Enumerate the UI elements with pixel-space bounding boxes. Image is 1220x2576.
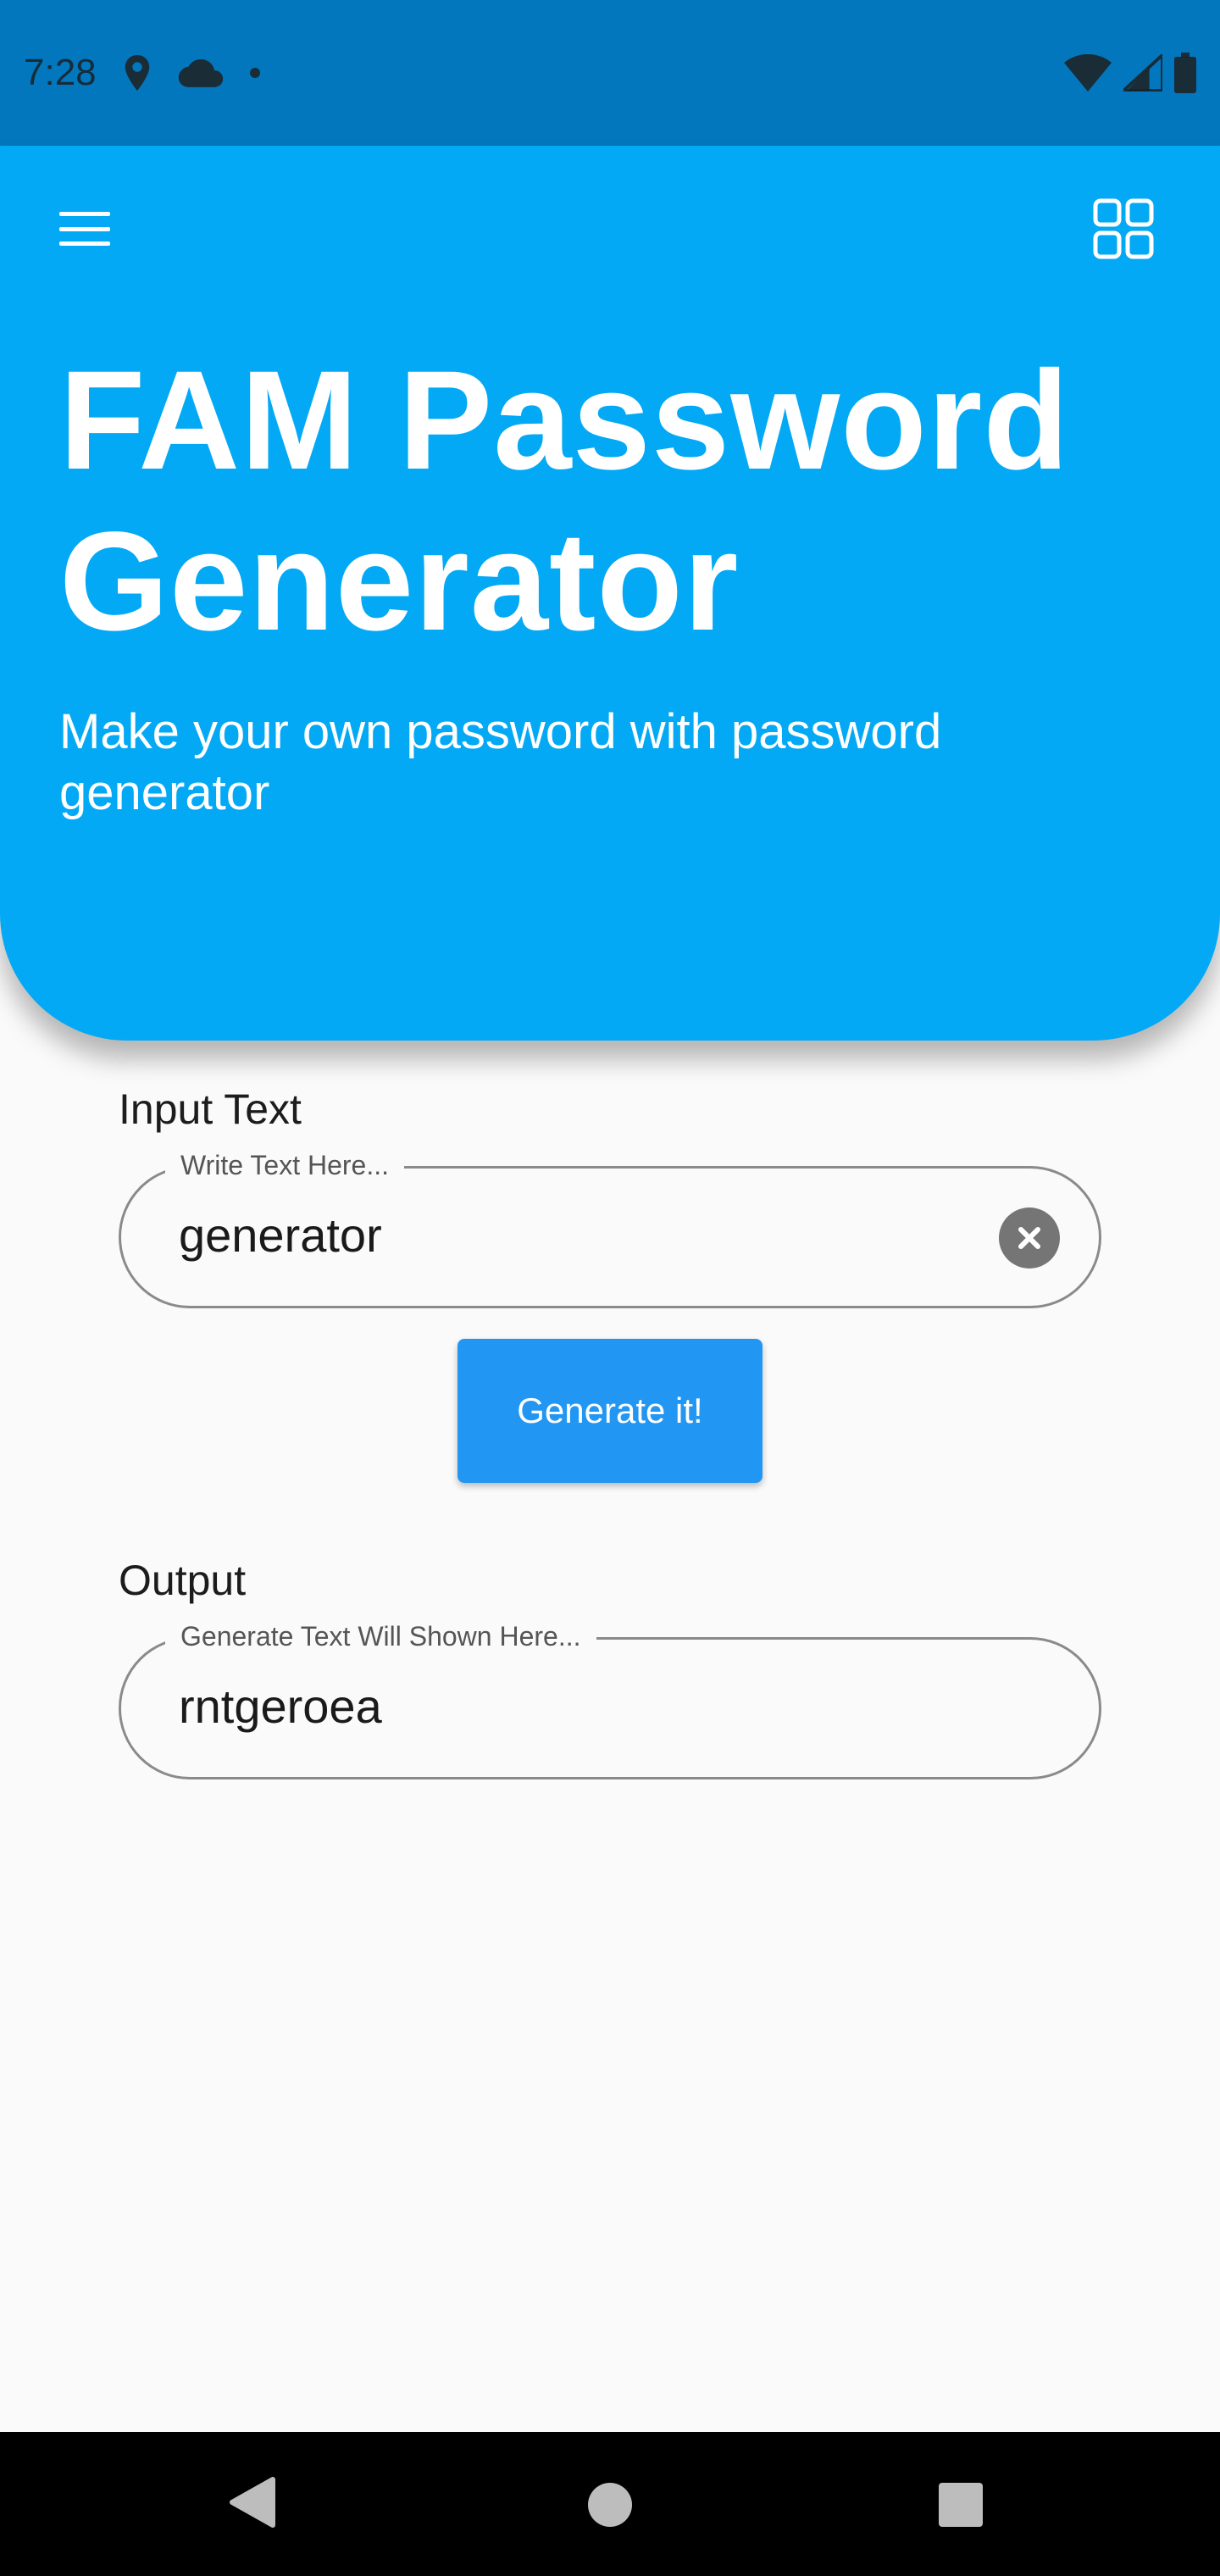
input-section-label: Input Text xyxy=(119,1085,302,1133)
generate-button[interactable]: Generate it! xyxy=(458,1339,762,1483)
status-left: 7:28 xyxy=(24,52,261,94)
page-title: FAM Password Generator xyxy=(59,342,1070,660)
battery-icon xyxy=(1174,53,1196,93)
grid-icon[interactable] xyxy=(1093,198,1154,259)
output-field-value[interactable]: rntgeroea xyxy=(179,1679,382,1734)
location-icon xyxy=(122,53,152,92)
wifi-icon xyxy=(1064,54,1112,92)
output-field-label: Generate Text Will Shown Here... xyxy=(165,1621,596,1652)
output-section-label: Output xyxy=(119,1557,247,1604)
signal-icon xyxy=(1123,54,1162,92)
status-bar: 7:28 xyxy=(0,0,1220,146)
menu-icon[interactable] xyxy=(59,212,110,246)
input-field-label: Write Text Here... xyxy=(165,1150,404,1181)
cloud-icon xyxy=(178,58,224,87)
status-right xyxy=(1064,53,1196,93)
output-text-field[interactable]: Generate Text Will Shown Here... rntgero… xyxy=(119,1621,1101,1779)
navigation-bar xyxy=(0,2432,1220,2576)
dot-icon xyxy=(249,67,261,79)
input-field-value[interactable]: generator xyxy=(179,1208,382,1263)
recents-icon[interactable] xyxy=(939,2483,983,2527)
clear-icon[interactable] xyxy=(999,1208,1060,1269)
home-icon[interactable] xyxy=(588,2483,632,2527)
input-text-field[interactable]: Write Text Here... generator xyxy=(119,1150,1101,1308)
page-subtitle: Make your own password with password gen… xyxy=(59,704,942,820)
back-icon[interactable] xyxy=(229,2476,276,2532)
status-time: 7:28 xyxy=(24,52,97,93)
app-header: FAM Password Generator Make your own pas… xyxy=(0,146,1220,1041)
